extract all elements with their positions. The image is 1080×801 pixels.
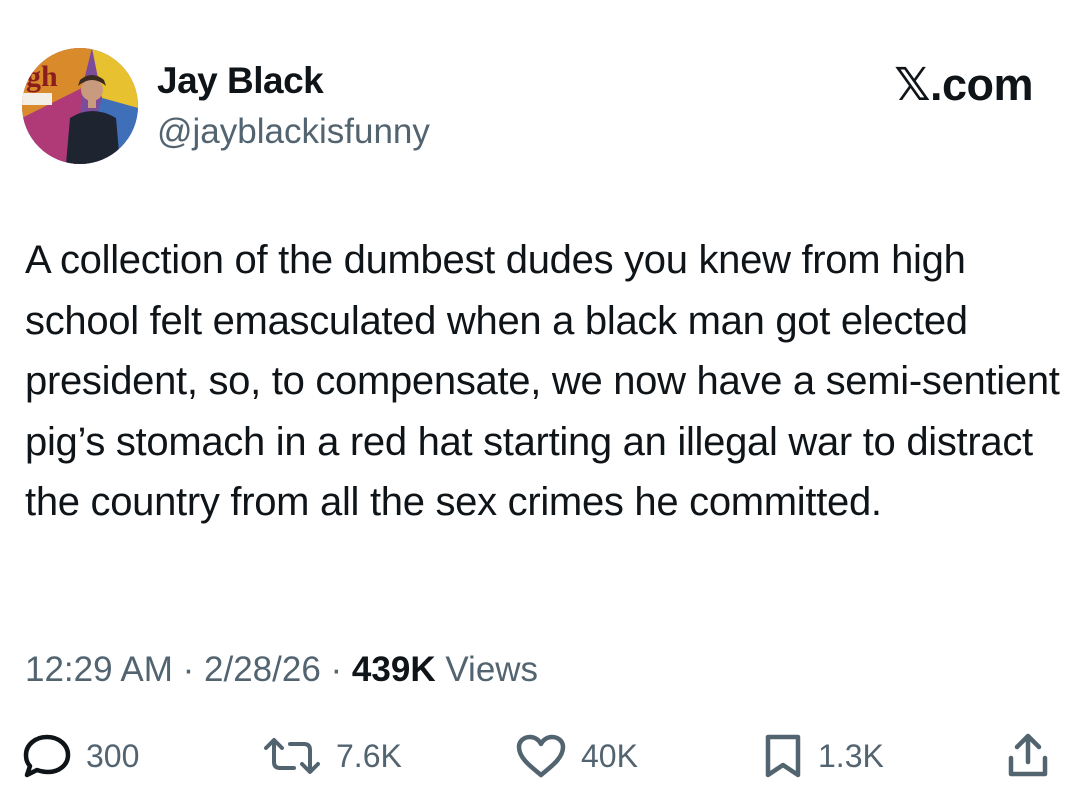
like-count: 40K — [581, 737, 638, 774]
views-count: 439K — [351, 650, 436, 689]
author-handle[interactable]: @jayblackisfunny — [157, 112, 430, 152]
reply-count: 300 — [86, 737, 140, 774]
tweet-meta: 12:29 AM · 2/28/26 · 439K Views — [25, 650, 538, 690]
bookmark-icon — [765, 734, 801, 778]
meta-separator: · — [330, 650, 343, 689]
repost-arrows-icon — [264, 738, 320, 774]
reply-bubble-icon — [23, 734, 71, 778]
tweet-date[interactable]: 2/28/26 — [204, 650, 321, 689]
avatar-image: gh — [22, 48, 138, 164]
bookmark-button[interactable]: 1.3K — [762, 730, 884, 782]
reply-button[interactable]: 300 — [22, 730, 139, 782]
author-name[interactable]: Jay Black — [157, 60, 324, 102]
site-label: 𝕏.com — [894, 59, 1033, 110]
share-button[interactable] — [1006, 730, 1050, 782]
like-button[interactable]: 40K — [515, 730, 638, 782]
share-upload-icon — [1008, 733, 1048, 777]
bookmark-count: 1.3K — [818, 737, 884, 774]
meta-separator: · — [182, 650, 195, 689]
svg-text:gh: gh — [26, 60, 58, 93]
author-avatar[interactable]: gh — [22, 48, 138, 164]
repost-count: 7.6K — [336, 737, 402, 774]
repost-button[interactable]: 7.6K — [262, 730, 402, 782]
tweet-text: A collection of the dumbest dudes you kn… — [25, 238, 1060, 524]
heart-icon — [516, 734, 566, 778]
views-label: Views — [445, 650, 539, 689]
tweet-time[interactable]: 12:29 AM — [25, 650, 173, 689]
